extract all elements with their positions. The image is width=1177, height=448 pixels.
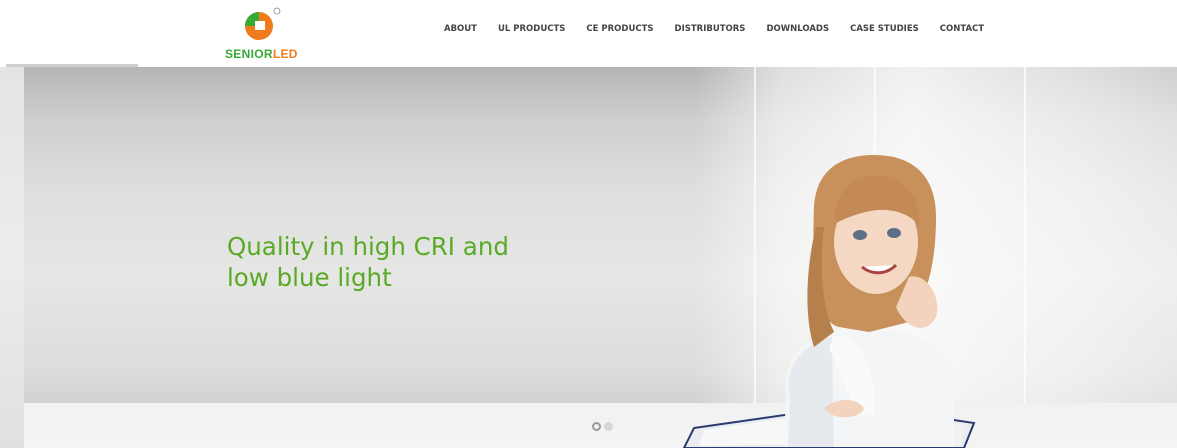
nav-item-distributors[interactable]: DISTRIBUTORS [675,24,746,34]
logo-wordmark: SENIORLED [225,47,298,61]
slider-dot[interactable] [592,422,601,431]
brand-logo[interactable]: SENIORLED [222,7,312,63]
logo-text-led: LED [272,47,298,61]
nav-item-case-studies[interactable]: CASE STUDIES [850,24,919,34]
nav-item-about[interactable]: ABOUT [444,24,477,34]
hero-headline-line-1: Quality in high CRI and [227,232,509,261]
hero-slider[interactable]: Quality in high CRI and low blue light [24,67,1177,448]
slider-dot[interactable] [604,422,613,431]
logo-mark-icon [245,7,281,40]
hero-headline-line-2: low blue light [227,263,392,292]
hero-left-edge [0,67,24,448]
window-frame-bar [1024,67,1026,403]
nav-item-downloads[interactable]: DOWNLOADS [766,24,829,34]
nav-item-ul-products[interactable]: UL PRODUCTS [498,24,565,34]
site-header: SENIORLED ABOUT UL PRODUCTS CE PRODUCTS … [0,0,1177,64]
main-nav: ABOUT UL PRODUCTS CE PRODUCTS DISTRIBUTO… [444,24,984,34]
girl-reading-illustration [682,155,976,448]
nav-item-ce-products[interactable]: CE PRODUCTS [586,24,653,34]
logo-text-senior: SENIOR [225,47,273,61]
hero-headline: Quality in high CRI and low blue light [227,231,567,293]
nav-item-contact[interactable]: CONTACT [940,24,984,34]
slider-pagination [592,422,616,431]
